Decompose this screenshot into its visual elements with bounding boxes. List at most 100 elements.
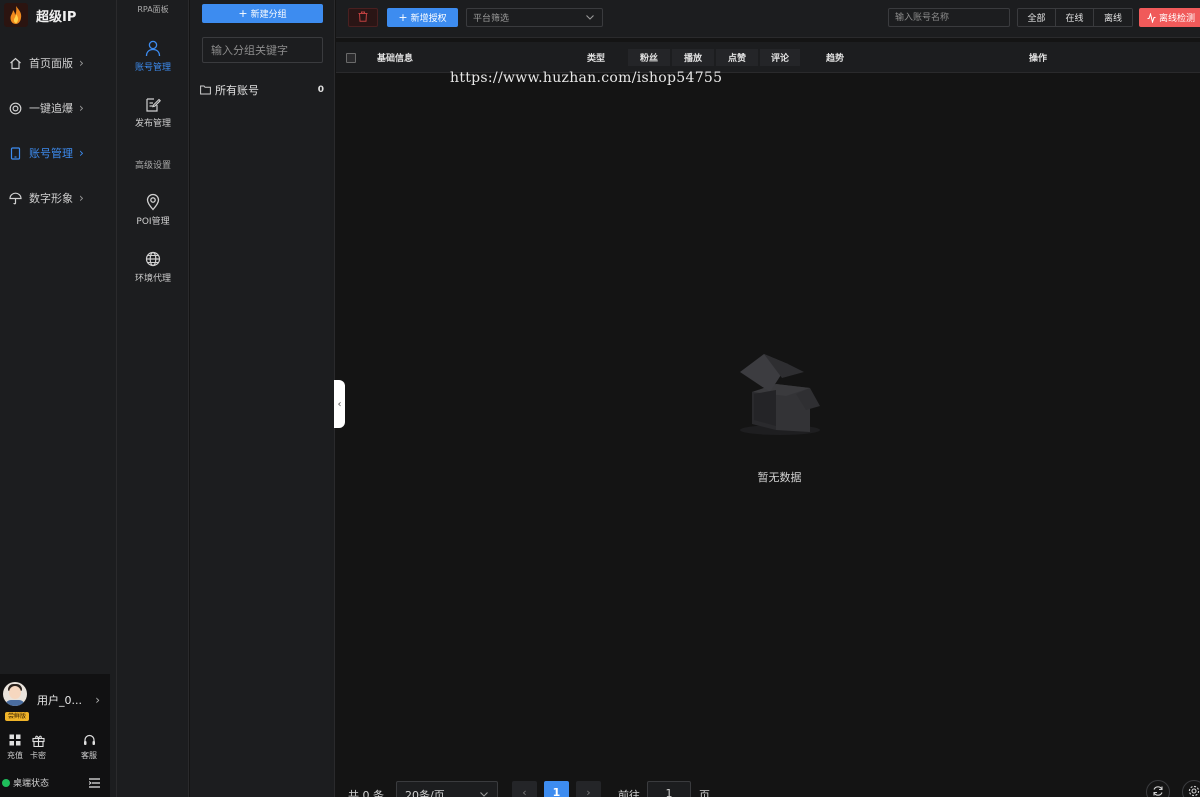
collapse-panel-handle[interactable]: ‹	[334, 380, 345, 428]
chevron-right-icon: ›	[95, 693, 100, 707]
group-search-input[interactable]	[202, 37, 323, 63]
filter-all-button[interactable]: 全部	[1018, 9, 1056, 26]
quick-label: 卡密	[30, 751, 46, 760]
sub-item-env-proxy[interactable]: 环境代理	[117, 249, 189, 284]
select-all-checkbox[interactable]	[346, 53, 356, 63]
table-header: 基础信息 类型 粉丝 播放 点赞 评论 趋势 操作	[336, 42, 1200, 73]
user-card: 尝鲜版 用户_0... › 充值 卡密 客服 桌端状态	[0, 674, 110, 797]
sub-item-label: POI管理	[136, 217, 170, 227]
sub-item-publish-management[interactable]: 发布管理	[117, 94, 189, 129]
chevron-right-icon: ›	[79, 56, 84, 70]
new-authorization-button[interactable]: + 新增授权	[387, 8, 458, 27]
nav-item-home[interactable]: 首页面版 ›	[0, 48, 117, 78]
page-size-value: 20条/页	[405, 789, 445, 797]
gear-icon	[1188, 785, 1200, 797]
filter-offline-button[interactable]: 离线	[1094, 9, 1132, 26]
nav-item-label: 首页面版	[29, 57, 73, 70]
status-dot-icon	[2, 778, 10, 787]
goto-label: 前往	[618, 789, 640, 797]
column-header-comments[interactable]: 评论	[760, 49, 800, 66]
group-item-all-accounts[interactable]: 所有账号 0	[200, 82, 324, 98]
app-logo[interactable]: 超级IP	[4, 3, 76, 27]
watermark-url: https://www.huzhan.com/ishop54755	[450, 70, 723, 86]
refresh-button[interactable]	[1146, 780, 1170, 797]
user-name: 用户_0...	[37, 694, 82, 707]
trash-icon	[358, 11, 368, 25]
tablet-icon	[8, 146, 22, 160]
rpa-panel-title: RPA面板	[137, 5, 169, 14]
sub-item-label: 账号管理	[134, 63, 171, 73]
column-header-basic-info: 基础信息	[377, 54, 414, 64]
support-button[interactable]: 客服	[74, 732, 104, 761]
next-page-button[interactable]: ›	[576, 781, 601, 797]
column-header-fans[interactable]: 粉丝	[628, 49, 670, 66]
chevron-left-icon: ‹	[522, 785, 527, 797]
gift-icon	[23, 732, 53, 748]
group-panel: + 新建分组 所有账号 0	[190, 0, 335, 797]
main-sidebar: 超级IP 首页面版 › 一键追爆 › 账号管理 › 数字形象 › 尝鲜版 用户_…	[0, 0, 117, 797]
group-count: 0	[317, 85, 324, 95]
chevron-down-icon	[585, 12, 595, 25]
new-group-button[interactable]: + 新建分组	[202, 4, 323, 23]
nav-item-trend[interactable]: 一键追爆 ›	[0, 93, 117, 123]
app-title: 超级IP	[36, 9, 77, 25]
total-count: 共 0 条	[348, 789, 384, 797]
card-key-button[interactable]: 卡密	[23, 732, 53, 761]
target-icon	[8, 101, 22, 115]
settings-button[interactable]	[1182, 780, 1200, 797]
platform-filter-placeholder: 平台筛选	[473, 14, 510, 24]
desktop-status: 桌端状态	[2, 776, 49, 789]
column-header-trend: 趋势	[826, 54, 845, 64]
headset-icon	[74, 732, 104, 748]
sub-item-account-management[interactable]: 账号管理	[117, 38, 189, 73]
sub-item-poi-management[interactable]: POI管理	[117, 192, 189, 227]
page-size-select[interactable]: 20条/页	[396, 781, 498, 797]
toolbar: + 新增授权 平台筛选 全部 在线 离线 离线检测	[336, 0, 1200, 38]
pagination: 共 0 条 20条/页 ‹ 1 › 前往 1 页	[336, 780, 1200, 797]
globe-icon	[117, 249, 189, 269]
page-suffix-label: 页	[699, 789, 710, 797]
chevron-right-icon: ›	[79, 146, 84, 160]
nav-item-label: 一键追爆	[29, 102, 73, 115]
chevron-right-icon: ›	[586, 785, 591, 797]
empty-box-icon	[736, 350, 826, 438]
column-header-likes[interactable]: 点赞	[716, 49, 758, 66]
quick-label: 客服	[81, 751, 97, 760]
nav-item-label: 账号管理	[29, 147, 73, 160]
chevron-left-icon: ‹	[337, 398, 342, 410]
folder-icon	[200, 85, 211, 95]
chevron-down-icon	[479, 789, 489, 797]
desktop-status-label: 桌端状态	[13, 779, 50, 789]
sub-item-label: 发布管理	[134, 119, 171, 129]
nav-item-digital-avatar[interactable]: 数字形象 ›	[0, 183, 117, 213]
nav-item-account[interactable]: 账号管理 ›	[0, 138, 117, 168]
account-search-input[interactable]	[888, 8, 1010, 27]
main-content: + 新增授权 平台筛选 全部 在线 离线 离线检测 基础信息 类型 粉丝 播放 …	[336, 0, 1200, 797]
advanced-settings-heading: 高级设置	[134, 161, 171, 171]
column-header-plays[interactable]: 播放	[672, 49, 714, 66]
edit-doc-icon	[117, 94, 189, 114]
plan-badge: 尝鲜版	[5, 712, 29, 721]
new-authorization-label: 新增授权	[410, 14, 447, 24]
nav-item-label: 数字形象	[29, 192, 73, 205]
empty-state-text: 暂无数据	[757, 471, 802, 484]
platform-filter-select[interactable]: 平台筛选	[466, 8, 603, 27]
sub-item-label: 环境代理	[134, 274, 171, 284]
menu-toggle-icon[interactable]	[88, 778, 100, 791]
plus-icon: +	[238, 7, 248, 20]
offline-detect-button[interactable]: 离线检测	[1139, 8, 1200, 27]
column-header-type: 类型	[587, 54, 606, 64]
user-profile[interactable]: 尝鲜版 用户_0... ›	[0, 682, 110, 721]
new-group-label: 新建分组	[250, 10, 287, 20]
delete-button[interactable]	[348, 8, 378, 27]
flame-logo-icon	[4, 3, 28, 27]
filter-online-button[interactable]: 在线	[1056, 9, 1094, 26]
pulse-icon	[1147, 12, 1156, 23]
chevron-right-icon: ›	[79, 191, 84, 205]
goto-page-input[interactable]: 1	[647, 781, 691, 797]
page-number-button[interactable]: 1	[544, 781, 569, 797]
prev-page-button[interactable]: ‹	[512, 781, 537, 797]
chevron-right-icon: ›	[79, 101, 84, 115]
plus-icon: +	[398, 11, 408, 24]
umbrella-icon	[8, 191, 22, 205]
